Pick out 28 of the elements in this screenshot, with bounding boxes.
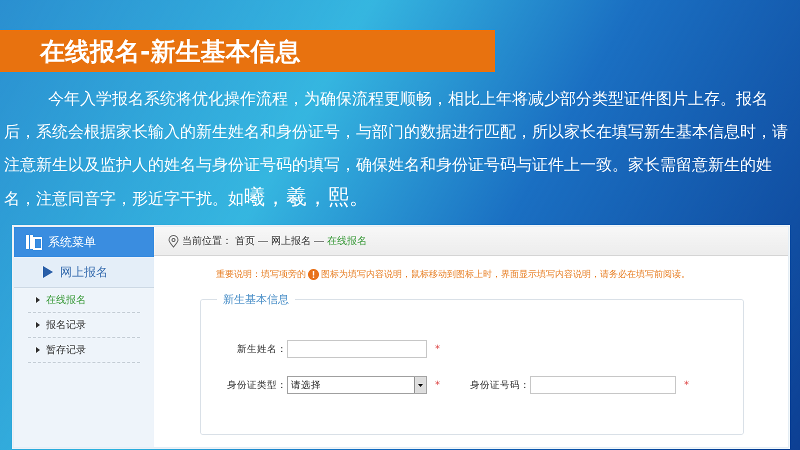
sidebar-title: 系统菜单 xyxy=(48,234,96,250)
info-icon xyxy=(308,269,319,280)
field-label: 新生姓名： xyxy=(236,342,287,356)
menu-icon xyxy=(26,234,42,250)
sidebar-item[interactable]: 暂存记录 xyxy=(28,338,140,363)
sidebar-item[interactable]: 报名记录 xyxy=(28,313,140,338)
required-mark: * xyxy=(435,344,440,354)
breadcrumb-link[interactable]: 首页 xyxy=(235,234,255,248)
field-label: 身份证号码： xyxy=(469,378,530,392)
triangle-icon xyxy=(36,347,40,353)
location-pin-icon xyxy=(168,234,179,248)
required-mark: * xyxy=(435,380,440,390)
sidebar-section[interactable]: 网上报名 xyxy=(14,257,154,288)
field-label: 身份证类型： xyxy=(226,378,287,392)
input-field[interactable] xyxy=(287,340,427,358)
notice-text: 重要说明：填写项旁的 xyxy=(216,268,306,281)
slide-title: 在线报名-新生基本信息 xyxy=(40,36,300,68)
notice-text: 图标为填写内容说明，鼠标移动到图标上时，界面显示填写内容说明，请务必在填写前阅读。 xyxy=(321,268,690,281)
breadcrumb-label: 当前位置： xyxy=(182,234,232,248)
required-mark: * xyxy=(684,380,689,390)
select-field[interactable]: 请选择 xyxy=(287,376,427,394)
triangle-icon xyxy=(36,322,40,328)
play-icon xyxy=(42,265,54,279)
input-field[interactable] xyxy=(530,376,676,394)
body-paragraph: 今年入学报名系统将优化操作流程，为确保流程更顺畅，相比上年将减少部分类型证件图片上存。报名后，系统会根据家长输入的新生姓名和身份证号，与部门的数据进行匹配，所以家长在填写新生基本信息时，请注意新生以及监护人的姓名与身份证号码的填写，确保姓名和身份证号码与证件上一致。家长需留意新生的姓名，注意同音字，形近字干扰。如曦，羲，熙。 xyxy=(3,88,789,211)
triangle-icon xyxy=(36,297,40,303)
form-legend: 新生基本信息 xyxy=(217,292,295,307)
breadcrumb-link[interactable]: 网上报名 xyxy=(271,234,311,248)
